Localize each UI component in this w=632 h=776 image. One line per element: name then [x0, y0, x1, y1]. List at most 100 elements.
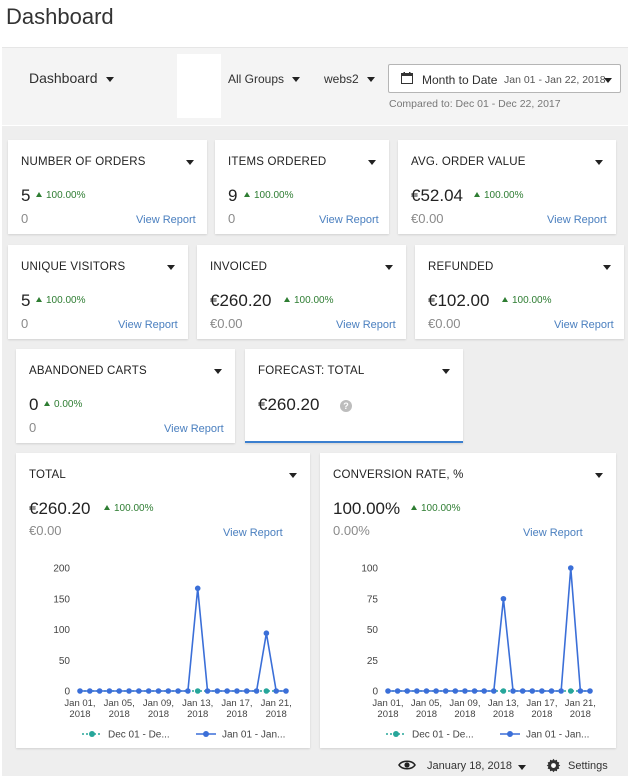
data-point: [263, 630, 270, 636]
y-tick-label: 50: [367, 625, 379, 636]
card-previous-value: €0.00: [210, 316, 243, 331]
card-menu-caret-icon[interactable]: [442, 369, 450, 374]
page-title: Dashboard: [6, 4, 114, 29]
compared-text: Compared to: Dec 01 - Dec 22, 2017: [389, 98, 561, 110]
view-report-link[interactable]: View Report: [118, 319, 178, 331]
x-tick-label: Jan 17,: [221, 698, 252, 709]
chevron-down-icon: [604, 78, 612, 83]
x-tick-label: Jan 17,: [526, 698, 557, 709]
card-menu-caret-icon[interactable]: [385, 265, 393, 270]
settings-link[interactable]: Settings: [568, 760, 608, 772]
trend-up-icon: [44, 401, 50, 406]
card-menu-caret-icon[interactable]: [167, 265, 175, 270]
card-menu-caret-icon[interactable]: [186, 160, 194, 165]
card-delta-text: 100.00%: [294, 295, 334, 306]
data-point: [394, 688, 401, 694]
data-point: [587, 688, 593, 694]
data-point: [539, 688, 545, 694]
x-tick-label: Jan 05,: [104, 698, 135, 709]
data-point: [106, 688, 113, 694]
view-report-link[interactable]: View Report: [319, 214, 379, 226]
data-point: [253, 688, 260, 694]
card-delta-text: 100.00%: [46, 190, 86, 201]
data-point: [145, 688, 152, 694]
y-tick-label: 50: [59, 656, 71, 667]
footer-date-select[interactable]: January 18, 2018: [427, 760, 512, 772]
card-unique-visitors: UNIQUE VISITORS 5 100.00% 0 View Report: [8, 245, 188, 339]
y-tick-label: 75: [367, 594, 379, 605]
card-delta: 100.00%: [36, 190, 85, 201]
legend-marker: [507, 731, 513, 737]
help-icon[interactable]: ?: [340, 400, 352, 412]
card-delta-text: 100.00%: [254, 190, 294, 201]
card-value: 5: [21, 291, 31, 310]
trend-up-icon: [474, 192, 480, 197]
gear-icon[interactable]: [546, 758, 561, 773]
card-delta: 100.00%: [284, 295, 333, 306]
data-point: [577, 688, 584, 694]
card-menu-caret-icon[interactable]: [214, 369, 222, 374]
data-point: [77, 688, 83, 694]
group-select[interactable]: All Groups: [228, 72, 301, 86]
chevron-down-icon[interactable]: [518, 765, 526, 770]
x-tick-label: 2018: [454, 709, 475, 720]
data-point: [462, 688, 468, 694]
data-point: [214, 688, 221, 694]
card-previous-value: 0: [228, 211, 236, 226]
card-title: FORECAST: TOTAL: [258, 365, 365, 377]
card-previous-value: 0: [29, 420, 37, 435]
legend-marker: [89, 731, 95, 737]
data-point: [165, 688, 172, 694]
y-tick-label: 200: [53, 564, 70, 575]
view-report-link[interactable]: View Report: [547, 214, 607, 226]
data-point: [558, 688, 564, 694]
card-menu-caret-icon[interactable]: [595, 160, 603, 165]
series-line: [80, 588, 286, 692]
x-tick-label: 2018: [570, 709, 591, 720]
x-tick-label: Jan 05,: [411, 698, 442, 709]
data-point: [126, 688, 132, 694]
x-tick-label: 2018: [377, 709, 398, 720]
data-point: [519, 688, 526, 694]
data-point: [500, 688, 507, 694]
view-report-link[interactable]: View Report: [336, 319, 396, 331]
store-select[interactable]: webs2: [324, 72, 375, 86]
view-report-link[interactable]: View Report: [136, 214, 196, 226]
date-range-picker[interactable]: Month to Date Jan 01 - Jan 22, 2018: [388, 64, 621, 93]
data-point: [433, 688, 439, 694]
card-number-of-orders: NUMBER OF ORDERS 5 100.00% 0 View Report: [8, 140, 207, 234]
dashboard-select[interactable]: Dashboard: [29, 70, 114, 86]
legend-label: Dec 01 - De...: [108, 730, 170, 741]
data-point: [185, 688, 191, 694]
series-line: [388, 567, 590, 692]
card-menu-caret-icon[interactable]: [603, 265, 611, 270]
card-items-ordered: ITEMS ORDERED 9 100.00% 0 View Report: [215, 140, 389, 234]
x-tick-label: 2018: [266, 709, 287, 720]
card-conversion-rate-chart: CONVERSION RATE, % 100.00% 100.00% 0.00%…: [320, 453, 616, 748]
card-delta-text: 100.00%: [512, 295, 552, 306]
card-value: €260.20: [258, 395, 320, 414]
total-line-chart: 050100150200Jan 01,2018Jan 05,2018Jan 09…: [53, 564, 292, 741]
eye-icon[interactable]: [398, 759, 416, 771]
card-value: 0: [29, 395, 39, 414]
card-value: 5: [21, 186, 31, 205]
conversion-rate-line-chart: 0255075100Jan 01,2018Jan 05,2018Jan 09,2…: [361, 564, 596, 741]
card-previous-value: 0: [21, 316, 29, 331]
data-point: [385, 688, 391, 694]
trend-up-icon: [36, 192, 42, 197]
data-point: [234, 688, 240, 694]
view-report-link[interactable]: View Report: [554, 319, 614, 331]
data-point: [175, 688, 181, 694]
trend-up-icon: [244, 192, 250, 197]
trend-up-icon: [36, 297, 42, 302]
date-range-text: Jan 01 - Jan 22, 2018: [504, 74, 606, 86]
card-title: ABANDONED CARTS: [29, 365, 147, 377]
x-tick-label: Jan 21,: [261, 698, 292, 709]
card-delta: 100.00%: [36, 295, 85, 306]
data-point: [224, 688, 230, 694]
card-menu-caret-icon[interactable]: [368, 160, 376, 165]
card-delta: 100.00%: [502, 295, 551, 306]
view-report-link[interactable]: View Report: [164, 423, 224, 435]
data-point: [194, 688, 201, 694]
dashboard-toolbar: Dashboard All Groups webs2 Month to Date…: [2, 47, 628, 125]
